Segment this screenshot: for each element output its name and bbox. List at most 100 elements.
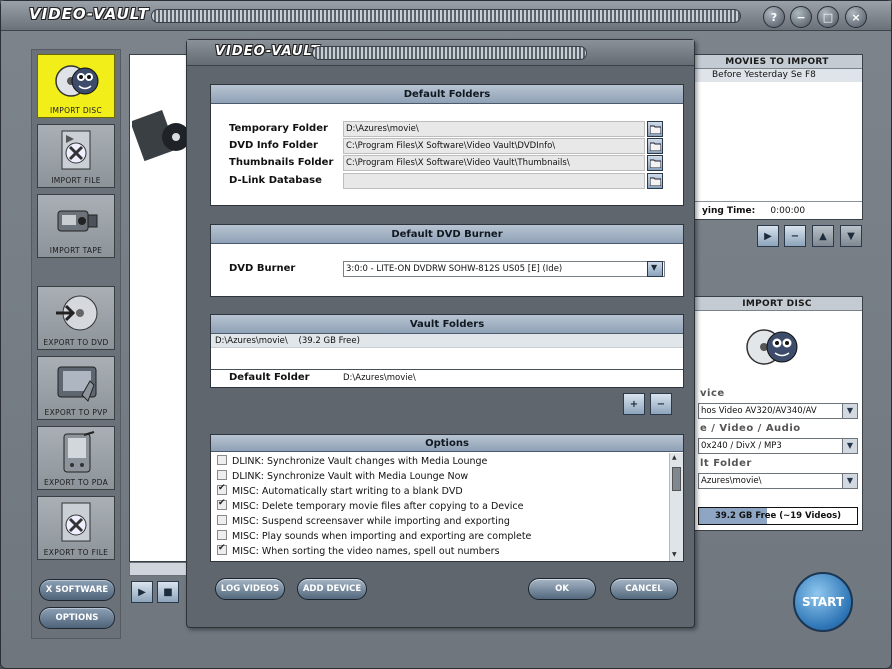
sidebar-item-label: EXPORT TO FILE xyxy=(43,548,109,557)
arrow-down-icon: ▼ xyxy=(847,230,855,242)
option-checkbox[interactable] xyxy=(217,530,227,540)
sidebar-item-export-pvp[interactable]: EXPORT TO PVP xyxy=(37,356,115,420)
dialog-titlebar[interactable]: VIDEO-VAULT xyxy=(187,40,694,66)
folder-icon xyxy=(650,125,661,134)
minimize-button[interactable]: − xyxy=(790,6,812,28)
format-select-value: 0x240 / DivX / MP3 xyxy=(701,441,782,451)
preview-hscroll[interactable] xyxy=(129,562,189,576)
ok-button[interactable]: OK xyxy=(528,578,596,600)
option-item[interactable]: MISC: Suspend screensaver while importin… xyxy=(217,515,510,530)
sidebar-item-label: IMPORT FILE xyxy=(51,176,101,185)
dvd-burner-select[interactable]: 3:0:0 - LITE-ON DVDRW SOHW-812S US05 [E]… xyxy=(343,261,665,277)
option-item[interactable]: MISC: Delete temporary movie files after… xyxy=(217,498,523,515)
dvd-info-folder-browse-button[interactable] xyxy=(647,138,663,154)
option-checkbox[interactable] xyxy=(217,498,227,510)
maximize-icon: □ xyxy=(822,10,834,24)
help-button[interactable]: ? xyxy=(763,6,785,28)
option-checkbox[interactable] xyxy=(217,483,227,495)
close-button[interactable]: × xyxy=(845,6,867,28)
sidebar-item-label: IMPORT TAPE xyxy=(49,246,103,255)
move-down-button[interactable]: ▼ xyxy=(840,225,862,247)
option-item[interactable]: DLINK: Synchronize Vault changes with Me… xyxy=(217,455,487,470)
option-item[interactable]: MISC: Automatically start writing to a b… xyxy=(217,483,463,500)
device-select[interactable]: hos Video AV320/AV340/AV ▼ xyxy=(698,403,858,419)
vault-folder-value: Azures\movie\ xyxy=(701,476,762,486)
chevron-down-icon: ▼ xyxy=(842,404,857,418)
vault-folder-select[interactable]: Azures\movie\ ▼ xyxy=(698,473,858,489)
dvd-burner-header: Default DVD Burner xyxy=(211,225,683,244)
file-export-icon xyxy=(61,502,91,542)
titlebar-grip xyxy=(151,9,741,23)
folder-icon xyxy=(650,159,661,168)
option-checkbox[interactable] xyxy=(217,455,227,465)
movie-list-item[interactable]: Before Yesterday Se F8 xyxy=(692,69,862,82)
option-item[interactable]: MISC: When sorting the video names, spel… xyxy=(217,543,500,560)
disc-icon xyxy=(55,65,99,97)
options-scrollbar[interactable]: ▲ ▼ xyxy=(669,453,683,561)
thumbnails-folder-field[interactable]: C:\Program Files\X Software\Video Vault\… xyxy=(343,155,645,171)
vault-folders-section: Vault Folders D:\Azures\movie\ (39.2 GB … xyxy=(210,314,684,388)
options-button[interactable]: OPTIONS xyxy=(39,607,115,629)
vault-folders-header: Vault Folders xyxy=(211,315,683,334)
temporary-folder-field[interactable]: D:\Azures\movie\ xyxy=(343,121,645,137)
format-select[interactable]: 0x240 / DivX / MP3 ▼ xyxy=(698,438,858,454)
play-button[interactable]: ▶ xyxy=(131,581,153,603)
scroll-down-icon[interactable]: ▼ xyxy=(672,551,677,558)
cancel-button[interactable]: CANCEL xyxy=(610,578,678,600)
chevron-down-icon: ▼ xyxy=(651,263,658,272)
thumbnails-folder-browse-button[interactable] xyxy=(647,155,663,171)
plus-icon: + xyxy=(629,398,639,410)
import-disc-panel: IMPORT DISC vice hos Video AV320/AV340/A… xyxy=(691,296,863,531)
default-folders-header: Default Folders xyxy=(211,85,683,104)
sidebar-item-export-pda[interactable]: EXPORT TO PDA xyxy=(37,426,115,490)
move-up-button[interactable]: ▲ xyxy=(812,225,834,247)
scroll-up-icon[interactable]: ▲ xyxy=(672,454,677,461)
vault-folders-divider xyxy=(211,369,683,370)
add-vault-folder-button[interactable]: + xyxy=(623,393,645,415)
dlink-database-field[interactable] xyxy=(343,173,645,189)
dvd-burner-value: 3:0:0 - LITE-ON DVDRW SOHW-812S US05 [E]… xyxy=(346,264,563,274)
option-item[interactable]: MISC: Play sounds when importing and exp… xyxy=(217,530,531,545)
sidebar-item-import-file[interactable]: IMPORT FILE xyxy=(37,124,115,188)
sidebar-item-label: EXPORT TO PVP xyxy=(44,408,108,417)
log-videos-button[interactable]: LOG VIDEOS xyxy=(215,578,285,600)
sidebar-item-export-file[interactable]: EXPORT TO FILE xyxy=(37,496,115,560)
vault-folder-list-item[interactable]: D:\Azures\movie\ (39.2 GB Free) xyxy=(211,334,683,348)
vault-folder-label: lt Folder xyxy=(700,458,752,469)
dvd-burner-dropdown-button[interactable]: ▼ xyxy=(647,261,663,277)
option-item[interactable]: DLINK: Synchronize Vault with Media Loun… xyxy=(217,470,468,485)
add-device-button[interactable]: ADD DEVICE xyxy=(297,578,367,600)
sidebar-item-import-tape[interactable]: IMPORT TAPE xyxy=(37,194,115,258)
movie-remove-button[interactable]: − xyxy=(784,225,806,247)
option-checkbox[interactable] xyxy=(217,543,227,555)
dvd-burner-section: Default DVD Burner DVD Burner 3:0:0 - LI… xyxy=(210,224,684,297)
main-titlebar[interactable]: VIDEO-VAULT ? − □ × xyxy=(1,1,891,31)
remove-vault-folder-button[interactable]: − xyxy=(650,393,672,415)
chevron-down-icon: ▼ xyxy=(842,474,857,488)
dvd-info-folder-field[interactable]: C:\Program Files\X Software\Video Vault\… xyxy=(343,138,645,154)
options-scroll-thumb[interactable] xyxy=(672,467,681,491)
options-header: Options xyxy=(211,435,683,452)
options-section: Options DLINK: Synchronize Vault changes… xyxy=(210,434,684,562)
sidebar-item-export-dvd[interactable]: EXPORT TO DVD xyxy=(37,286,115,350)
disc-icon xyxy=(746,329,798,365)
minus-icon: − xyxy=(656,398,666,410)
arrow-up-icon: ▲ xyxy=(819,230,827,242)
temporary-folder-label: Temporary Folder xyxy=(229,123,328,134)
dlink-database-label: D-Link Database xyxy=(229,175,322,186)
temporary-folder-browse-button[interactable] xyxy=(647,121,663,137)
movie-play-button[interactable]: ▶ xyxy=(757,225,779,247)
maximize-button[interactable]: □ xyxy=(817,6,839,28)
option-checkbox[interactable] xyxy=(217,470,227,480)
start-button[interactable]: START xyxy=(793,572,853,632)
sidebar-item-label: EXPORT TO PDA xyxy=(44,478,108,487)
dlink-database-browse-button[interactable] xyxy=(647,173,663,189)
xsoftware-button[interactable]: X SOFTWARE xyxy=(39,579,115,601)
option-checkbox[interactable] xyxy=(217,515,227,525)
dvd-info-folder-label: DVD Info Folder xyxy=(229,140,318,151)
import-disc-title: IMPORT DISC xyxy=(692,297,862,311)
stop-button[interactable]: ■ xyxy=(157,581,179,603)
chevron-down-icon: ▼ xyxy=(842,439,857,453)
sidebar-item-import-disc[interactable]: IMPORT DISC xyxy=(37,54,115,118)
sidebar-item-label: IMPORT DISC xyxy=(49,106,103,115)
